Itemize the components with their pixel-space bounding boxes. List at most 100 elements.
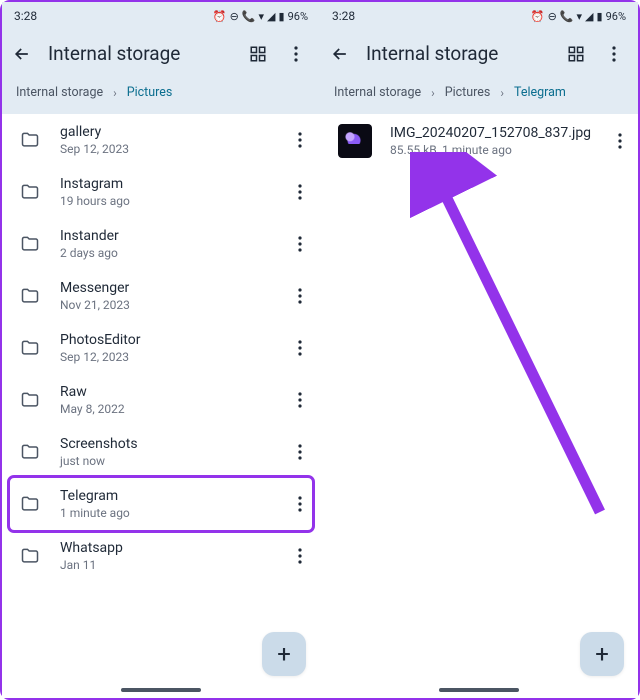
status-time: 3:28 [332, 9, 355, 23]
row-more-icon[interactable] [288, 132, 312, 148]
view-grid-icon[interactable] [566, 44, 586, 64]
status-time: 3:28 [14, 9, 37, 23]
folder-subtitle: Sep 12, 2023 [60, 350, 270, 364]
file-list: IMG_20240207_152708_837.jpg85.55 kB, 1 m… [320, 114, 638, 698]
row-more-icon[interactable] [288, 548, 312, 564]
folder-subtitle: Jan 11 [60, 558, 270, 572]
overflow-menu-icon[interactable] [604, 44, 624, 64]
battery-percent: 96% [288, 10, 308, 23]
call-icon: 📞 [242, 10, 256, 23]
battery-icon: ▮ [597, 10, 603, 23]
folder-name: Instagram [60, 176, 270, 192]
folder-row[interactable]: Whatsapp Jan 11 [2, 530, 320, 582]
back-icon[interactable] [330, 44, 350, 64]
signal-icon: ◢ [267, 10, 275, 23]
row-text: PhotosEditor Sep 12, 2023 [60, 332, 270, 364]
folder-subtitle: 1 minute ago [60, 506, 270, 520]
row-more-icon[interactable] [288, 496, 312, 512]
folder-row[interactable]: Instander 2 days ago [2, 218, 320, 270]
status-right: ⏰ ⊖ 📞 ▾ ◢ ▮ 96% [213, 10, 308, 23]
row-more-icon[interactable] [288, 392, 312, 408]
row-more-icon[interactable] [288, 236, 312, 252]
folder-icon [20, 129, 42, 151]
row-more-icon[interactable] [288, 444, 312, 460]
folder-name: gallery [60, 124, 270, 140]
signal-icon: ◢ [585, 10, 593, 23]
row-more-icon[interactable] [288, 340, 312, 356]
page-title: Internal storage [366, 42, 550, 65]
folder-subtitle: Nov 21, 2023 [60, 298, 270, 312]
row-text: gallery Sep 12, 2023 [60, 124, 270, 156]
phone-right: 3:28 ⏰ ⊖ 📞 ▾ ◢ ▮ 96% Internal storage In… [320, 2, 638, 698]
folder-icon [20, 233, 42, 255]
row-text: Telegram 1 minute ago [60, 488, 270, 520]
nav-handle[interactable] [439, 688, 519, 692]
folder-name: Raw [60, 384, 270, 400]
row-text: Instagram 19 hours ago [60, 176, 270, 208]
folder-row[interactable]: Raw May 8, 2022 [2, 374, 320, 426]
folder-row[interactable]: Screenshotsjust now [2, 426, 320, 478]
nav-handle[interactable] [121, 688, 201, 692]
app-header: Internal storage [320, 30, 638, 77]
file-row[interactable]: IMG_20240207_152708_837.jpg85.55 kB, 1 m… [320, 114, 638, 168]
folder-list: gallery Sep 12, 2023 Instagram 19 hours ago… [2, 114, 320, 698]
folder-subtitle: 19 hours ago [60, 194, 270, 208]
battery-percent: 96% [606, 10, 626, 23]
status-bar: 3:28 ⏰ ⊖ 📞 ▾ ◢ ▮ 96% [2, 2, 320, 30]
row-text: IMG_20240207_152708_837.jpg85.55 kB, 1 m… [390, 125, 591, 157]
folder-icon [20, 337, 42, 359]
plus-icon: + [277, 640, 291, 668]
folder-row[interactable]: PhotosEditor Sep 12, 2023 [2, 322, 320, 374]
crumb-current[interactable]: Telegram [514, 85, 566, 100]
folder-name: PhotosEditor [60, 332, 270, 348]
crumb-root[interactable]: Internal storage [334, 85, 421, 100]
row-text: Whatsapp Jan 11 [60, 540, 270, 572]
folder-icon [20, 545, 42, 567]
folder-name: Messenger [60, 280, 270, 296]
folder-icon [20, 493, 42, 515]
wifi-icon: ▾ [259, 10, 265, 23]
dnd-icon: ⊖ [230, 10, 239, 23]
phone-left: 3:28 ⏰ ⊖ 📞 ▾ ◢ ▮ 96% Internal storage In… [2, 2, 320, 698]
folder-subtitle: Sep 12, 2023 [60, 142, 270, 156]
row-text: Messenger Nov 21, 2023 [60, 280, 270, 312]
folder-icon [20, 389, 42, 411]
row-more-icon[interactable] [288, 184, 312, 200]
battery-icon: ▮ [279, 10, 285, 23]
folder-icon [20, 181, 42, 203]
crumb-current[interactable]: Pictures [127, 85, 173, 100]
overflow-menu-icon[interactable] [286, 44, 306, 64]
row-text: Raw May 8, 2022 [60, 384, 270, 416]
folder-subtitle: 2 days ago [60, 246, 270, 260]
alarm-icon: ⏰ [531, 10, 545, 23]
row-more-icon[interactable] [609, 133, 630, 149]
row-text: Screenshotsjust now [60, 436, 270, 468]
app-header: Internal storage [2, 30, 320, 77]
folder-row[interactable]: Instagram 19 hours ago [2, 166, 320, 218]
wifi-icon: ▾ [577, 10, 583, 23]
breadcrumb: Internal storage › Pictures [2, 77, 320, 114]
fab-add-button[interactable]: + [262, 632, 306, 676]
back-icon[interactable] [12, 44, 32, 64]
folder-subtitle: May 8, 2022 [60, 402, 270, 416]
row-more-icon[interactable] [288, 288, 312, 304]
file-thumbnail [338, 124, 372, 158]
view-grid-icon[interactable] [248, 44, 268, 64]
folder-row[interactable]: Messenger Nov 21, 2023 [2, 270, 320, 322]
folder-name: Telegram [60, 488, 270, 504]
folder-name: Screenshots [60, 436, 270, 452]
folder-row[interactable]: Telegram 1 minute ago [10, 478, 312, 530]
breadcrumb: Internal storage › Pictures › Telegram [320, 77, 638, 114]
row-text: Instander 2 days ago [60, 228, 270, 260]
crumb-root[interactable]: Internal storage [16, 85, 103, 100]
crumb-pictures[interactable]: Pictures [445, 85, 491, 100]
fab-add-button[interactable]: + [580, 632, 624, 676]
call-icon: 📞 [560, 10, 574, 23]
page-title: Internal storage [48, 42, 232, 65]
folder-row[interactable]: gallery Sep 12, 2023 [2, 114, 320, 166]
status-right: ⏰ ⊖ 📞 ▾ ◢ ▮ 96% [531, 10, 626, 23]
folder-icon [20, 285, 42, 307]
folder-name: Instander [60, 228, 270, 244]
plus-icon: + [595, 640, 609, 668]
folder-name: Whatsapp [60, 540, 270, 556]
